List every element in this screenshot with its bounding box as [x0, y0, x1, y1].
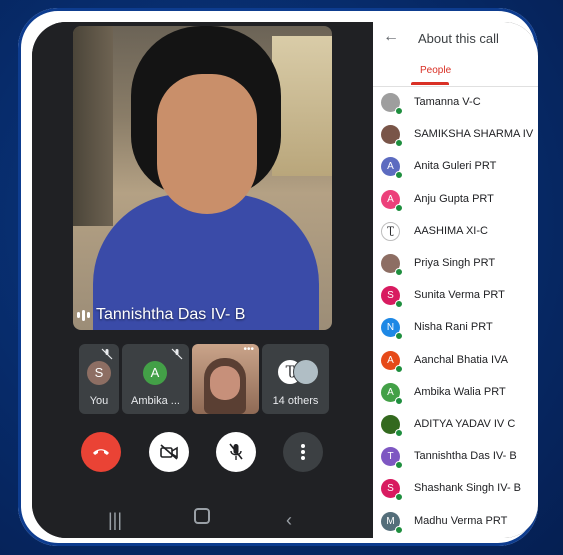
online-status-dot: [395, 107, 403, 115]
participant-name: AASHIMA XI-C: [414, 224, 488, 237]
participant-name: Shashank Singh IV- B: [414, 482, 522, 495]
participant-name: Tamanna V-C: [414, 96, 481, 108]
mic-off-icon: [171, 348, 183, 360]
tile-label: 14 others: [272, 395, 319, 407]
background-window: [272, 36, 332, 176]
panel-header: ← About this call People: [373, 22, 538, 87]
mic-toggle-button[interactable]: [216, 432, 256, 472]
online-status-dot: [395, 268, 403, 276]
phone-screen: Tannishtha Das IV- B S You A Ambika ...: [32, 22, 538, 538]
avatar: S: [87, 361, 111, 385]
participant-row[interactable]: SAMIKSHA SHARMA IV: [373, 120, 538, 152]
participant-name: Tannishtha Das IV- B: [414, 450, 517, 463]
call-controls: [32, 432, 373, 476]
participant-row[interactable]: A Anju Gupta PRT: [373, 185, 538, 217]
mic-off-icon: [101, 348, 113, 360]
back-arrow-icon[interactable]: ←: [383, 28, 399, 46]
speaker-face: [157, 74, 257, 214]
participant-row[interactable]: S Shashank Singh IV- B: [373, 474, 538, 506]
participant-name: Priya Singh PRT: [414, 257, 496, 269]
main-speaker-video[interactable]: Tannishtha Das IV- B: [73, 26, 332, 330]
online-status-dot: [395, 525, 403, 534]
end-call-button[interactable]: [81, 432, 121, 472]
online-status-dot: [395, 364, 403, 373]
participant-row[interactable]: Priya Singh PRT: [373, 249, 538, 281]
participant-row[interactable]: N Nisha Rani PRT: [373, 313, 538, 345]
avatar-photo: [293, 359, 319, 385]
mic-off-icon: [229, 443, 243, 460]
participant-name: Aanchal Bhatia IVA: [414, 353, 508, 366]
online-status-dot: [395, 300, 403, 309]
recent-apps-icon[interactable]: |||: [108, 510, 122, 531]
tile-ambika[interactable]: A Ambika ...: [122, 344, 189, 414]
tile-label: Ambika ...: [131, 395, 180, 407]
participant-row[interactable]: M Madhu Verma PRT: [373, 507, 538, 538]
participant-tiles: S You A Ambika ... ••• Ʈ 14 others: [79, 344, 329, 414]
speaker-name: Tannishtha Das IV- B: [96, 306, 246, 323]
participant-row[interactable]: Tamanna V-C: [373, 88, 538, 120]
participant-name: Anju Gupta PRT: [414, 192, 494, 205]
tab-indicator: [411, 82, 449, 85]
participant-row[interactable]: T Tannishtha Das IV- B: [373, 442, 538, 474]
participant-row[interactable]: A Ambika Walia PRT: [373, 378, 538, 410]
participant-name: Nisha Rani PRT: [414, 321, 493, 334]
participant-face: [210, 366, 240, 400]
panel-title: About this call: [418, 31, 499, 46]
android-nav-bar: ||| ‹: [32, 508, 373, 538]
call-area: Tannishtha Das IV- B S You A Ambika ...: [32, 22, 373, 538]
speaker-name-tag: Tannishtha Das IV- B: [77, 306, 245, 324]
avatar: A: [143, 361, 167, 385]
avatar-photo: Ʈ: [381, 221, 400, 241]
participant-name: Madhu Verma PRT: [414, 514, 508, 527]
more-options-button[interactable]: [283, 432, 323, 472]
camera-toggle-button[interactable]: [149, 432, 189, 472]
participant-row[interactable]: S Sunita Verma PRT: [373, 281, 538, 313]
online-status-dot: [395, 493, 403, 502]
background-wall: [73, 26, 113, 226]
participant-name: ADITYA YADAV IV C: [414, 418, 516, 430]
online-status-dot: [395, 429, 403, 437]
participant-name: SAMIKSHA SHARMA IV: [414, 128, 534, 141]
audio-level-icon: [77, 309, 90, 321]
hangup-icon: [93, 449, 109, 455]
participant-name: Ambika Walia PRT: [414, 385, 506, 398]
participant-row[interactable]: ADITYA YADAV IV C: [373, 410, 538, 442]
participant-name: Sunita Verma PRT: [414, 289, 505, 302]
participant-name: Anita Guleri PRT: [414, 160, 497, 173]
camera-off-icon: [160, 444, 178, 460]
tile-others[interactable]: Ʈ 14 others: [262, 344, 329, 414]
online-status-dot: [395, 171, 403, 180]
people-panel: ← About this call People Tamanna V-C SAMI…: [373, 22, 538, 538]
online-status-dot: [395, 332, 403, 341]
online-status-dot: [395, 203, 403, 212]
tab-people[interactable]: People: [420, 65, 451, 76]
kebab-menu-icon: [301, 444, 305, 460]
home-icon[interactable]: [194, 508, 210, 524]
tile-label: You: [89, 395, 109, 407]
participant-row[interactable]: A Aanchal Bhatia IVA: [373, 346, 538, 378]
tile-video-participant[interactable]: •••: [192, 344, 259, 414]
online-status-dot: [395, 396, 403, 405]
participant-row[interactable]: A Anita Guleri PRT: [373, 152, 538, 184]
online-status-dot: [395, 139, 403, 148]
tile-you[interactable]: S You: [79, 344, 119, 414]
back-nav-icon[interactable]: ‹: [286, 510, 292, 531]
participant-row[interactable]: Ʈ AASHIMA XI-C: [373, 217, 538, 249]
online-status-dot: [395, 461, 403, 470]
more-options-icon[interactable]: •••: [243, 344, 254, 355]
